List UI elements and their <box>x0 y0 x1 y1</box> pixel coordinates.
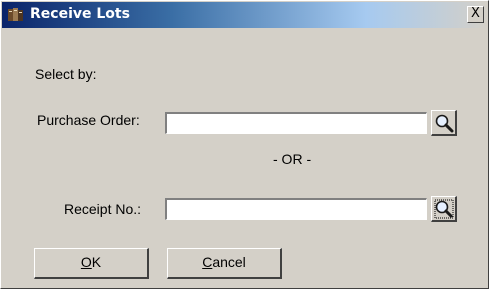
cancel-mnemonic: C <box>202 254 213 270</box>
ok-label-rest: K <box>91 254 102 270</box>
or-separator: - OR - <box>273 151 312 167</box>
purchase-order-label: Purchase Order: <box>37 112 140 128</box>
title-bar[interactable]: Receive Lots X <box>2 2 487 28</box>
close-button[interactable]: X <box>467 6 484 23</box>
receive-lots-dialog: Receive Lots X Select by: Purchase Order… <box>0 0 489 289</box>
dialog-title: Receive Lots <box>30 6 130 22</box>
cancel-button[interactable]: Cancel <box>167 248 282 279</box>
purchase-order-input[interactable] <box>165 112 427 134</box>
cancel-label-rest: ancel <box>212 254 246 270</box>
dialog-app-icon <box>7 6 25 24</box>
receipt-no-label: Receipt No.: <box>64 201 142 217</box>
ok-mnemonic: O <box>80 254 92 270</box>
select-by-label: Select by: <box>35 66 97 82</box>
purchase-order-lookup-button[interactable] <box>431 110 457 136</box>
ok-button[interactable]: OK <box>34 248 149 279</box>
receipt-no-lookup-button[interactable] <box>431 196 457 222</box>
receipt-no-input[interactable] <box>165 198 427 220</box>
